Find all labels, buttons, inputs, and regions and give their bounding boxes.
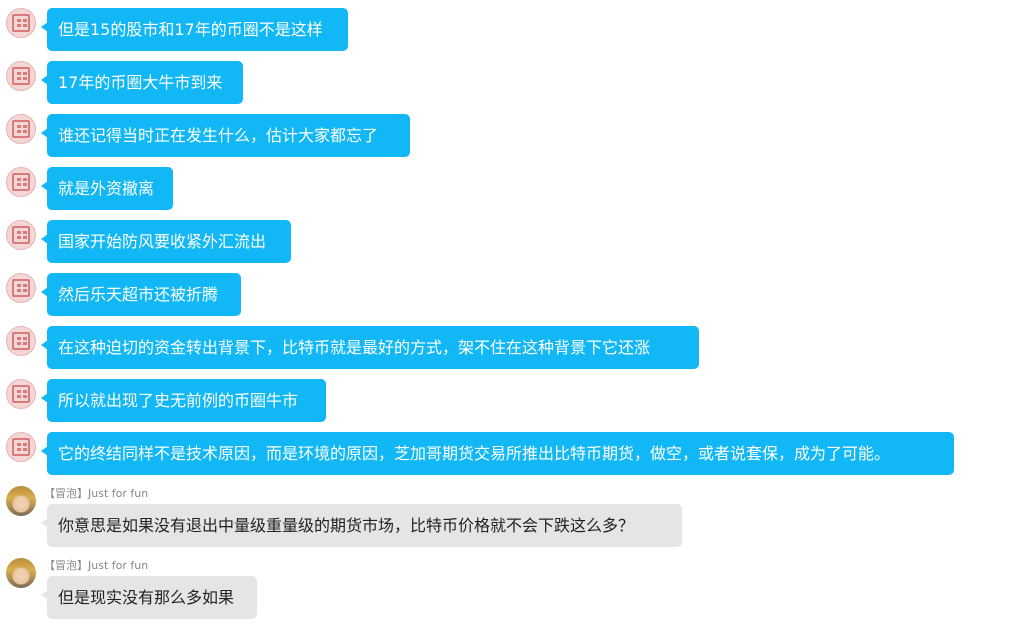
message-bubble[interactable]: 在这种迫切的资金转出背景下，比特币就是最好的方式，架不住在这种背景下它还涨 bbox=[41, 326, 699, 369]
avatar[interactable] bbox=[6, 558, 36, 588]
portrait-avatar-icon bbox=[16, 497, 26, 509]
message-bubble[interactable]: 你意思是如果没有退出中量级重量级的期货市场，比特币价格就不会下跌这么多？ bbox=[41, 504, 682, 547]
avatar[interactable] bbox=[6, 114, 36, 144]
message-bubble[interactable]: 它的终结同样不是技术原因，而是环境的原因，芝加哥期货交易所推出比特币期货，做空，… bbox=[41, 432, 954, 475]
avatar[interactable] bbox=[6, 61, 36, 91]
message-bubble[interactable]: 国家开始防风要收紧外汇流出 bbox=[41, 220, 291, 263]
sender-name: 【冒泡】Just for fun bbox=[44, 559, 149, 572]
avatar[interactable] bbox=[6, 486, 36, 516]
avatar[interactable] bbox=[6, 220, 36, 250]
avatar[interactable] bbox=[6, 273, 36, 303]
seal-avatar-icon bbox=[12, 173, 30, 191]
portrait-avatar-icon bbox=[16, 569, 26, 581]
avatar[interactable] bbox=[6, 167, 36, 197]
seal-avatar-icon bbox=[12, 14, 30, 32]
avatar[interactable] bbox=[6, 379, 36, 409]
message-bubble[interactable]: 17年的币圈大牛市到来 bbox=[41, 61, 243, 104]
message-bubble[interactable]: 所以就出现了史无前例的币圈牛市 bbox=[41, 379, 326, 422]
avatar[interactable] bbox=[6, 326, 36, 356]
seal-avatar-icon bbox=[12, 332, 30, 350]
message-bubble[interactable]: 但是现实没有那么多如果 bbox=[41, 576, 257, 619]
avatar[interactable] bbox=[6, 432, 36, 462]
chat-history: 但是15的股市和17年的币圈不是这样 17年的币圈大牛市到来 谁还记得当时正在发… bbox=[0, 0, 1031, 627]
message-bubble[interactable]: 但是15的股市和17年的币圈不是这样 bbox=[41, 8, 348, 51]
avatar[interactable] bbox=[6, 8, 36, 38]
seal-avatar-icon bbox=[12, 385, 30, 403]
seal-avatar-icon bbox=[12, 226, 30, 244]
message-bubble[interactable]: 然后乐天超市还被折腾 bbox=[41, 273, 241, 316]
seal-avatar-icon bbox=[12, 120, 30, 138]
seal-avatar-icon bbox=[12, 67, 30, 85]
seal-avatar-icon bbox=[12, 438, 30, 456]
message-bubble[interactable]: 谁还记得当时正在发生什么，估计大家都忘了 bbox=[41, 114, 410, 157]
seal-avatar-icon bbox=[12, 279, 30, 297]
sender-name: 【冒泡】Just for fun bbox=[44, 487, 149, 500]
message-bubble[interactable]: 就是外资撤离 bbox=[41, 167, 173, 210]
